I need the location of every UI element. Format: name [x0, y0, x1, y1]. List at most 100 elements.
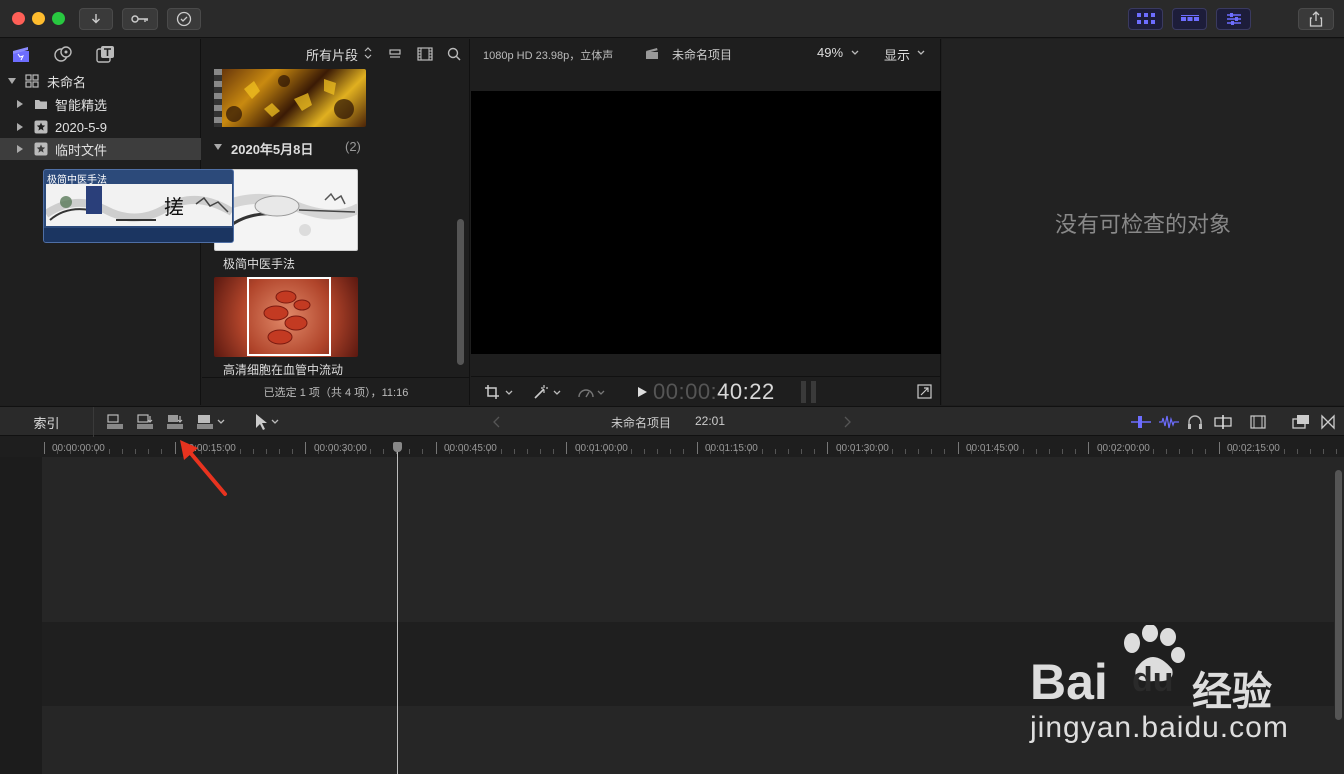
timeline-gutter [0, 457, 42, 774]
photos-audio-icon[interactable] [53, 45, 73, 63]
ruler-minor-tick [540, 449, 541, 454]
ruler-minor-tick [644, 449, 645, 454]
ruler-minor-tick [1205, 449, 1206, 454]
timeline-index-button[interactable]: 索引 [0, 407, 94, 437]
ruler-minor-tick [1166, 449, 1167, 454]
zoom-level-dropdown[interactable]: 49% [817, 45, 843, 60]
clip-thumbnail[interactable] [214, 169, 358, 251]
ruler-minor-tick [135, 449, 136, 454]
ruler-minor-tick [148, 449, 149, 454]
clip-thumbnail-partial[interactable] [214, 69, 366, 127]
background-tasks-button[interactable] [167, 8, 201, 30]
history-forward-chevron-icon[interactable] [843, 416, 851, 428]
append-clip-icon[interactable] [166, 413, 184, 431]
ruler-label: 00:01:00:00 [575, 443, 628, 454]
view-options-dropdown[interactable]: 显示 [884, 45, 910, 64]
ruler-minor-tick [801, 449, 802, 454]
browser-scrollbar[interactable] [457, 219, 464, 365]
playhead[interactable] [397, 443, 398, 774]
snapping-icon[interactable] [1212, 414, 1234, 430]
window-titlebar [0, 0, 1344, 38]
magic-wand-icon[interactable] [532, 383, 550, 401]
share-button[interactable] [1298, 8, 1334, 30]
search-icon[interactable] [447, 47, 461, 61]
audio-skimming-icon[interactable] [1130, 414, 1152, 430]
clapper-library-icon[interactable] [12, 45, 30, 63]
autumn-leaves-image [226, 75, 354, 122]
chevron-down-icon[interactable] [271, 419, 279, 425]
library-item-temp-files[interactable]: 临时文件 [0, 138, 201, 160]
ruler-minor-tick [370, 449, 371, 454]
history-back-chevron-icon[interactable] [493, 416, 501, 428]
import-button[interactable] [79, 8, 113, 30]
play-icon[interactable] [637, 386, 648, 398]
ruler-minor-tick [292, 449, 293, 454]
transitions-browser-icon[interactable] [1320, 414, 1336, 430]
clip-filter-dropdown[interactable]: 所有片段 [306, 45, 358, 64]
fullscreen-icon[interactable] [917, 384, 932, 399]
titles-generators-icon[interactable] [95, 45, 115, 63]
filmstrip-icon[interactable] [417, 47, 433, 61]
clip-label: 极简中医手法 [223, 257, 296, 271]
filmstrip-edge [214, 69, 222, 127]
viewer-controls: 00:00:40:22 [471, 376, 941, 405]
library-item-event-2020-5-9[interactable]: 2020-5-9 [0, 116, 201, 138]
ruler-minor-tick [1062, 449, 1063, 454]
viewer-canvas[interactable] [471, 91, 941, 354]
disclosure-triangle-icon[interactable] [17, 145, 23, 153]
speedometer-icon[interactable] [577, 384, 595, 400]
ruler-minor-tick [788, 449, 789, 454]
ruler-minor-tick [1192, 449, 1193, 454]
show-timeline-button[interactable] [1172, 8, 1207, 30]
show-browser-button[interactable] [1128, 8, 1163, 30]
disclosure-triangle-icon[interactable] [8, 78, 16, 84]
library-item-root[interactable]: 未命名 [0, 70, 201, 92]
headphones-icon[interactable] [1187, 414, 1203, 430]
connect-clip-icon[interactable] [106, 413, 124, 431]
timecode-value: 40:22 [717, 379, 775, 404]
clip-label: 高清细胞在血管中流动 [223, 363, 344, 377]
timeline-scrollbar[interactable] [1335, 470, 1342, 720]
minimize-window-button[interactable] [32, 12, 45, 25]
chevron-down-icon[interactable] [597, 390, 605, 396]
zoom-window-button[interactable] [52, 12, 65, 25]
group-disclosure-icon[interactable] [214, 144, 222, 150]
ruler-minor-tick [657, 449, 658, 454]
effects-browser-icon[interactable] [1292, 414, 1310, 430]
ruler-major-tick [827, 442, 828, 454]
insert-clip-icon[interactable] [136, 413, 154, 431]
chevron-down-icon[interactable] [917, 50, 925, 56]
chevron-down-icon[interactable] [851, 50, 859, 56]
ruler-minor-tick [1036, 449, 1037, 454]
audio-meter-right [811, 381, 816, 403]
chevron-down-icon[interactable] [217, 419, 225, 425]
show-inspector-button[interactable] [1216, 8, 1251, 30]
disclosure-triangle-icon[interactable] [17, 100, 23, 108]
up-down-chevron-icon[interactable] [364, 46, 372, 60]
chevron-down-icon[interactable] [553, 390, 561, 396]
ruler-minor-tick [266, 449, 267, 454]
clip-thumbnail-selected[interactable] [214, 277, 358, 357]
overwrite-clip-icon[interactable] [196, 413, 214, 431]
ruler-minor-tick [1179, 449, 1180, 454]
chevron-down-icon[interactable] [505, 390, 513, 396]
clip-appearance-filmstrip-icon[interactable] [1250, 414, 1266, 430]
select-tool-arrow-icon[interactable] [254, 413, 268, 431]
timeline-clip[interactable]: 极简中医手法 搓 [43, 169, 234, 243]
playhead-handle[interactable] [393, 442, 402, 452]
ruler-minor-tick [631, 449, 632, 454]
keywords-button[interactable] [122, 8, 158, 30]
ruler-minor-tick [514, 449, 515, 454]
ruler-minor-tick [1284, 449, 1285, 454]
group-header-count: (2) [345, 139, 361, 154]
timecode-display[interactable]: 00:00:40:22 [653, 379, 775, 405]
library-item-smart-collections[interactable]: 智能精选 [0, 93, 201, 115]
event-star-icon [34, 120, 48, 134]
close-window-button[interactable] [12, 12, 25, 25]
ruler-minor-tick [892, 449, 893, 454]
crop-icon[interactable] [484, 384, 500, 400]
clip-appearance-icon[interactable] [389, 48, 401, 60]
ruler-minor-tick [161, 449, 162, 454]
waveform-icon[interactable] [1158, 414, 1180, 430]
disclosure-triangle-icon[interactable] [17, 123, 23, 131]
